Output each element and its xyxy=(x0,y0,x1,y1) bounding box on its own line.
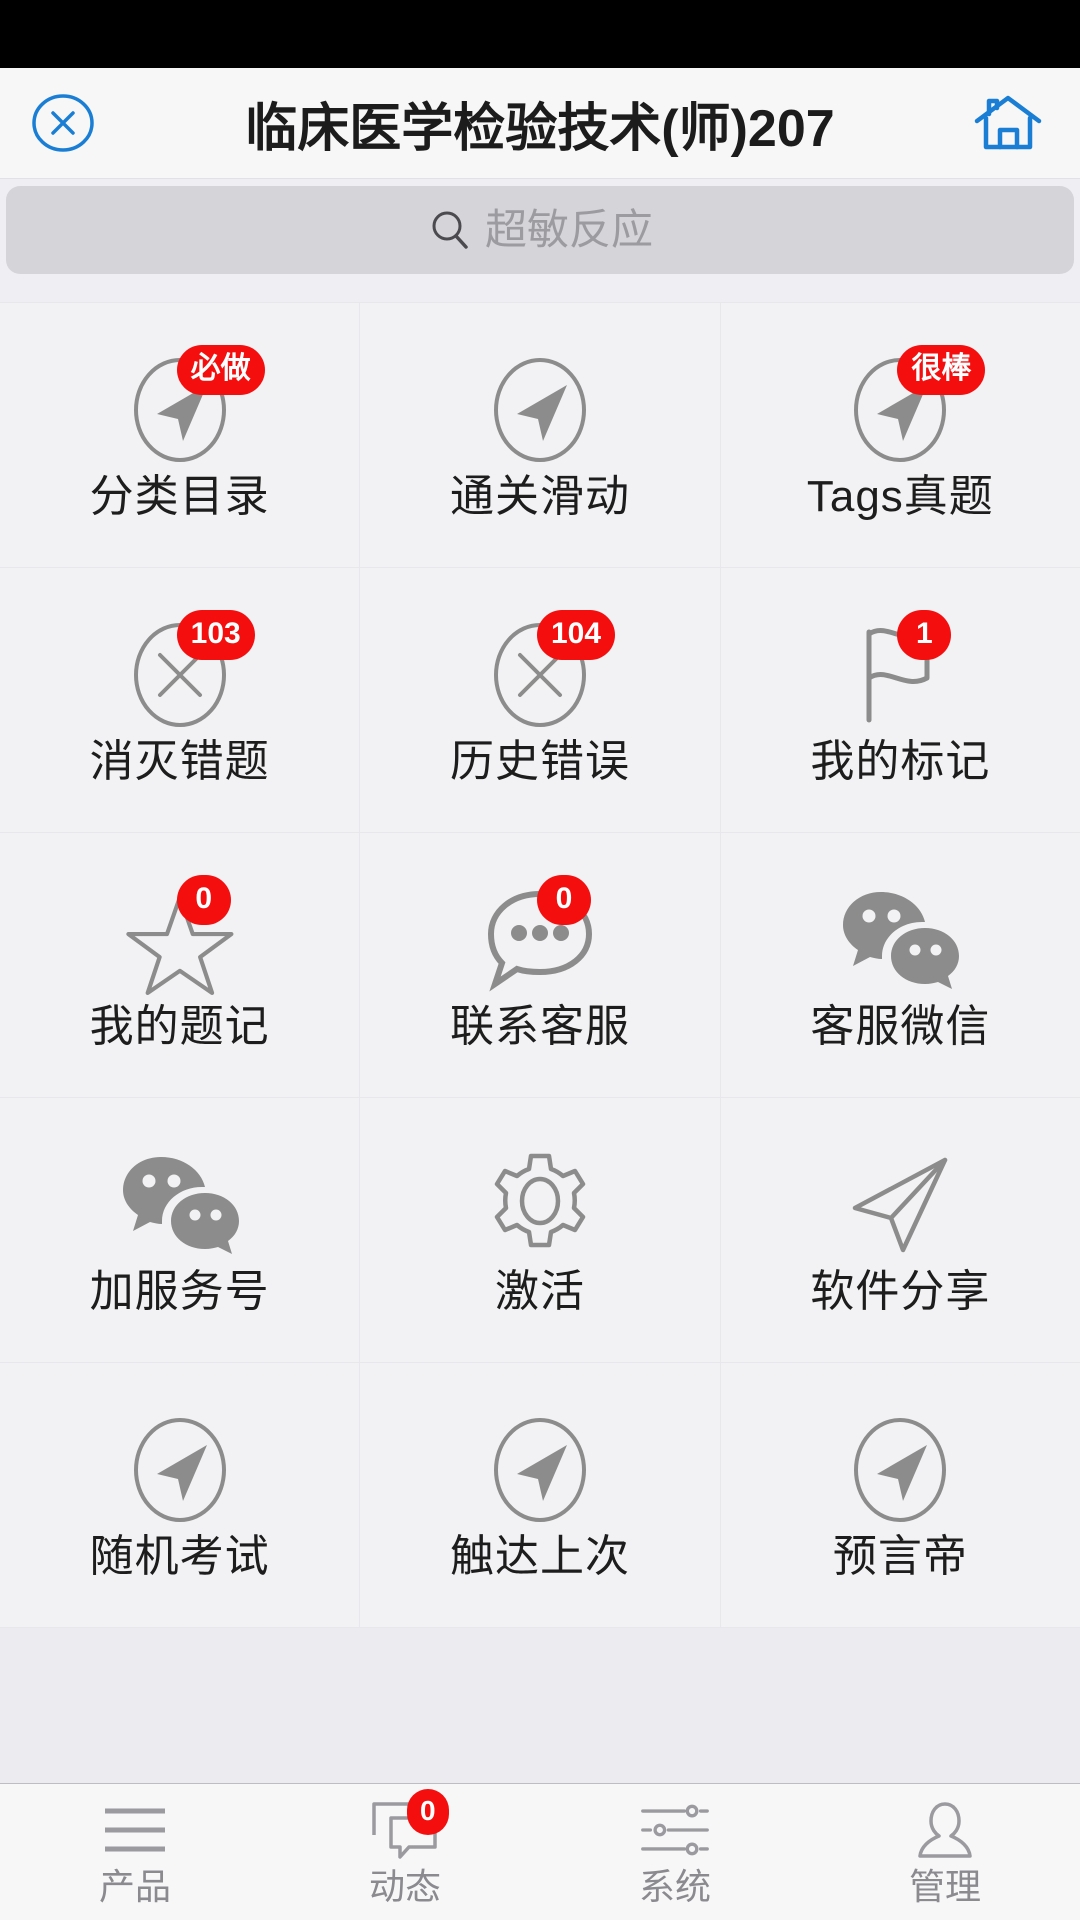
tab-label: 产品 xyxy=(98,1866,171,1907)
close-icon xyxy=(32,94,94,152)
grid-cell[interactable]: 触达上次 xyxy=(360,1363,720,1627)
grid-cell[interactable]: 软件分享 xyxy=(720,1098,1080,1362)
bottom-tabbar: 产品 0 动态 系统 管理 xyxy=(0,1784,1080,1920)
grid-cell[interactable]: 必做分类目录 xyxy=(0,303,360,567)
grid-cell-label: 客服微信 xyxy=(810,1002,991,1051)
grid-cell[interactable]: 104 历史错误 xyxy=(360,568,720,832)
tab-icon-holder xyxy=(909,1799,981,1861)
gear-icon xyxy=(494,1153,586,1248)
grid-cell-badge: 必做 xyxy=(176,345,265,395)
home-button[interactable] xyxy=(972,87,1044,159)
search-icon xyxy=(432,211,468,249)
grid-cell-icon-holder: 0 xyxy=(115,875,245,999)
grid-cell-badge: 1 xyxy=(897,610,952,660)
grid-cell-icon-holder: 104 xyxy=(475,610,616,734)
grid-cell-badge: 很棒 xyxy=(897,345,986,395)
shortcut-grid-section: 必做 分类目录 通关滑动 很棒 Tags真题 103 消灭错题 104 历史错误 1 我的 xyxy=(0,274,1080,1628)
grid-cell-icon-holder xyxy=(115,1146,245,1264)
tab-label: 动态 xyxy=(368,1866,441,1907)
grid-cell-label: 我的题记 xyxy=(89,1002,270,1051)
grid-cell-label: 消灭错题 xyxy=(89,737,270,786)
grid-cell[interactable]: 通关滑动 xyxy=(360,303,720,567)
grid-cell-label: 预言帝 xyxy=(832,1532,968,1581)
grid-cell-label: 联系客服 xyxy=(449,1002,630,1051)
wechat-icon xyxy=(843,892,960,989)
grid-cell-badge: 103 xyxy=(176,610,255,660)
tab-1[interactable]: 产品 xyxy=(0,1784,270,1920)
tab-label: 系统 xyxy=(638,1866,711,1907)
navigation-arrow-circle-icon xyxy=(493,358,586,462)
grid-cell[interactable]: 预言帝 xyxy=(720,1363,1080,1627)
grid-cell-icon-holder xyxy=(115,1411,245,1529)
grid-cell-label: 加服务号 xyxy=(89,1267,270,1316)
grid-cell-label: 软件分享 xyxy=(810,1267,991,1316)
navigation-arrow-circle-icon xyxy=(133,1418,226,1522)
grid-cell-badge: 104 xyxy=(536,610,616,660)
sliders-icon xyxy=(641,1804,709,1856)
tab-3[interactable]: 系统 xyxy=(540,1784,810,1920)
grid-cell-icon-holder xyxy=(835,881,965,999)
grid-cell[interactable]: 激活 xyxy=(360,1098,720,1362)
tab-icon-holder xyxy=(99,1799,171,1861)
grid-cell-icon-holder xyxy=(835,1411,965,1529)
grid-cell[interactable]: 很棒 Tags真题 xyxy=(720,303,1080,567)
grid-cell-icon-holder xyxy=(835,1146,965,1264)
status-bar xyxy=(0,0,1080,68)
empty-space xyxy=(0,1628,1080,1784)
tab-icon-holder: 0 xyxy=(369,1789,449,1861)
shortcut-grid: 必做 分类目录 通关滑动 很棒 Tags真题 103 消灭错题 104 历史错误 1 我的 xyxy=(0,302,1080,1628)
navigation-arrow-circle-icon xyxy=(854,1418,947,1522)
grid-cell-icon-holder xyxy=(475,1146,605,1264)
grid-cell-label: 分类目录 xyxy=(89,472,270,521)
grid-cell-icon-holder: 很棒 xyxy=(835,345,986,469)
app-header: 临床医学检验技术(师)207 xyxy=(0,68,1080,178)
tab-icon-holder xyxy=(639,1799,711,1861)
app-root: 临床医学检验技术(师)207 超敏反应 必做 分类目录 通关滑动 很棒 Tags… xyxy=(0,0,1080,1920)
list-lines-icon xyxy=(105,1808,165,1852)
grid-cell[interactable]: 1 我的标记 xyxy=(720,568,1080,832)
close-button[interactable] xyxy=(30,90,96,156)
tab-label: 管理 xyxy=(908,1866,981,1907)
grid-cell-badge: 0 xyxy=(536,875,591,925)
grid-cell-label: Tags真题 xyxy=(806,472,994,521)
tab-badge: 0 xyxy=(407,1789,449,1835)
grid-cell-label: 激活 xyxy=(494,1267,585,1316)
grid-cell-label: 通关滑动 xyxy=(449,472,630,521)
grid-cell-icon-holder: 1 xyxy=(835,610,965,734)
search-placeholder: 超敏反应 xyxy=(484,206,653,253)
person-icon xyxy=(918,1802,972,1858)
grid-cell[interactable]: 0 联系客服 xyxy=(360,833,720,1097)
grid-cell-label: 触达上次 xyxy=(449,1532,630,1581)
grid-cell[interactable]: 103 消灭错题 xyxy=(0,568,360,832)
tab-2[interactable]: 0 动态 xyxy=(270,1784,540,1920)
tab-4[interactable]: 管理 xyxy=(810,1784,1080,1920)
grid-cell-icon-holder: 必做 xyxy=(115,345,265,469)
grid-cell-icon-holder xyxy=(475,351,605,469)
wechat-icon xyxy=(122,1157,239,1254)
grid-cell[interactable]: 加服务号 xyxy=(0,1098,360,1362)
grid-cell-label: 随机考试 xyxy=(89,1532,270,1581)
search-section: 超敏反应 xyxy=(0,178,1080,274)
home-icon xyxy=(974,95,1042,150)
page-title: 临床医学检验技术(师)207 xyxy=(245,99,835,158)
grid-cell-label: 我的标记 xyxy=(810,737,991,786)
send-plane-icon xyxy=(853,1157,948,1253)
grid-cell[interactable]: 0 我的题记 xyxy=(0,833,360,1097)
grid-cell-icon-holder xyxy=(475,1411,605,1529)
grid-cell-icon-holder: 0 xyxy=(475,875,605,999)
grid-cell[interactable]: 随机考试 xyxy=(0,1363,360,1627)
grid-cell-label: 历史错误 xyxy=(449,737,630,786)
navigation-arrow-circle-icon xyxy=(493,1418,586,1522)
grid-cell-icon-holder: 103 xyxy=(115,610,255,734)
search-bar[interactable]: 超敏反应 xyxy=(6,186,1074,274)
grid-cell[interactable]: 客服微信 xyxy=(720,833,1080,1097)
grid-cell-badge: 0 xyxy=(176,875,231,925)
